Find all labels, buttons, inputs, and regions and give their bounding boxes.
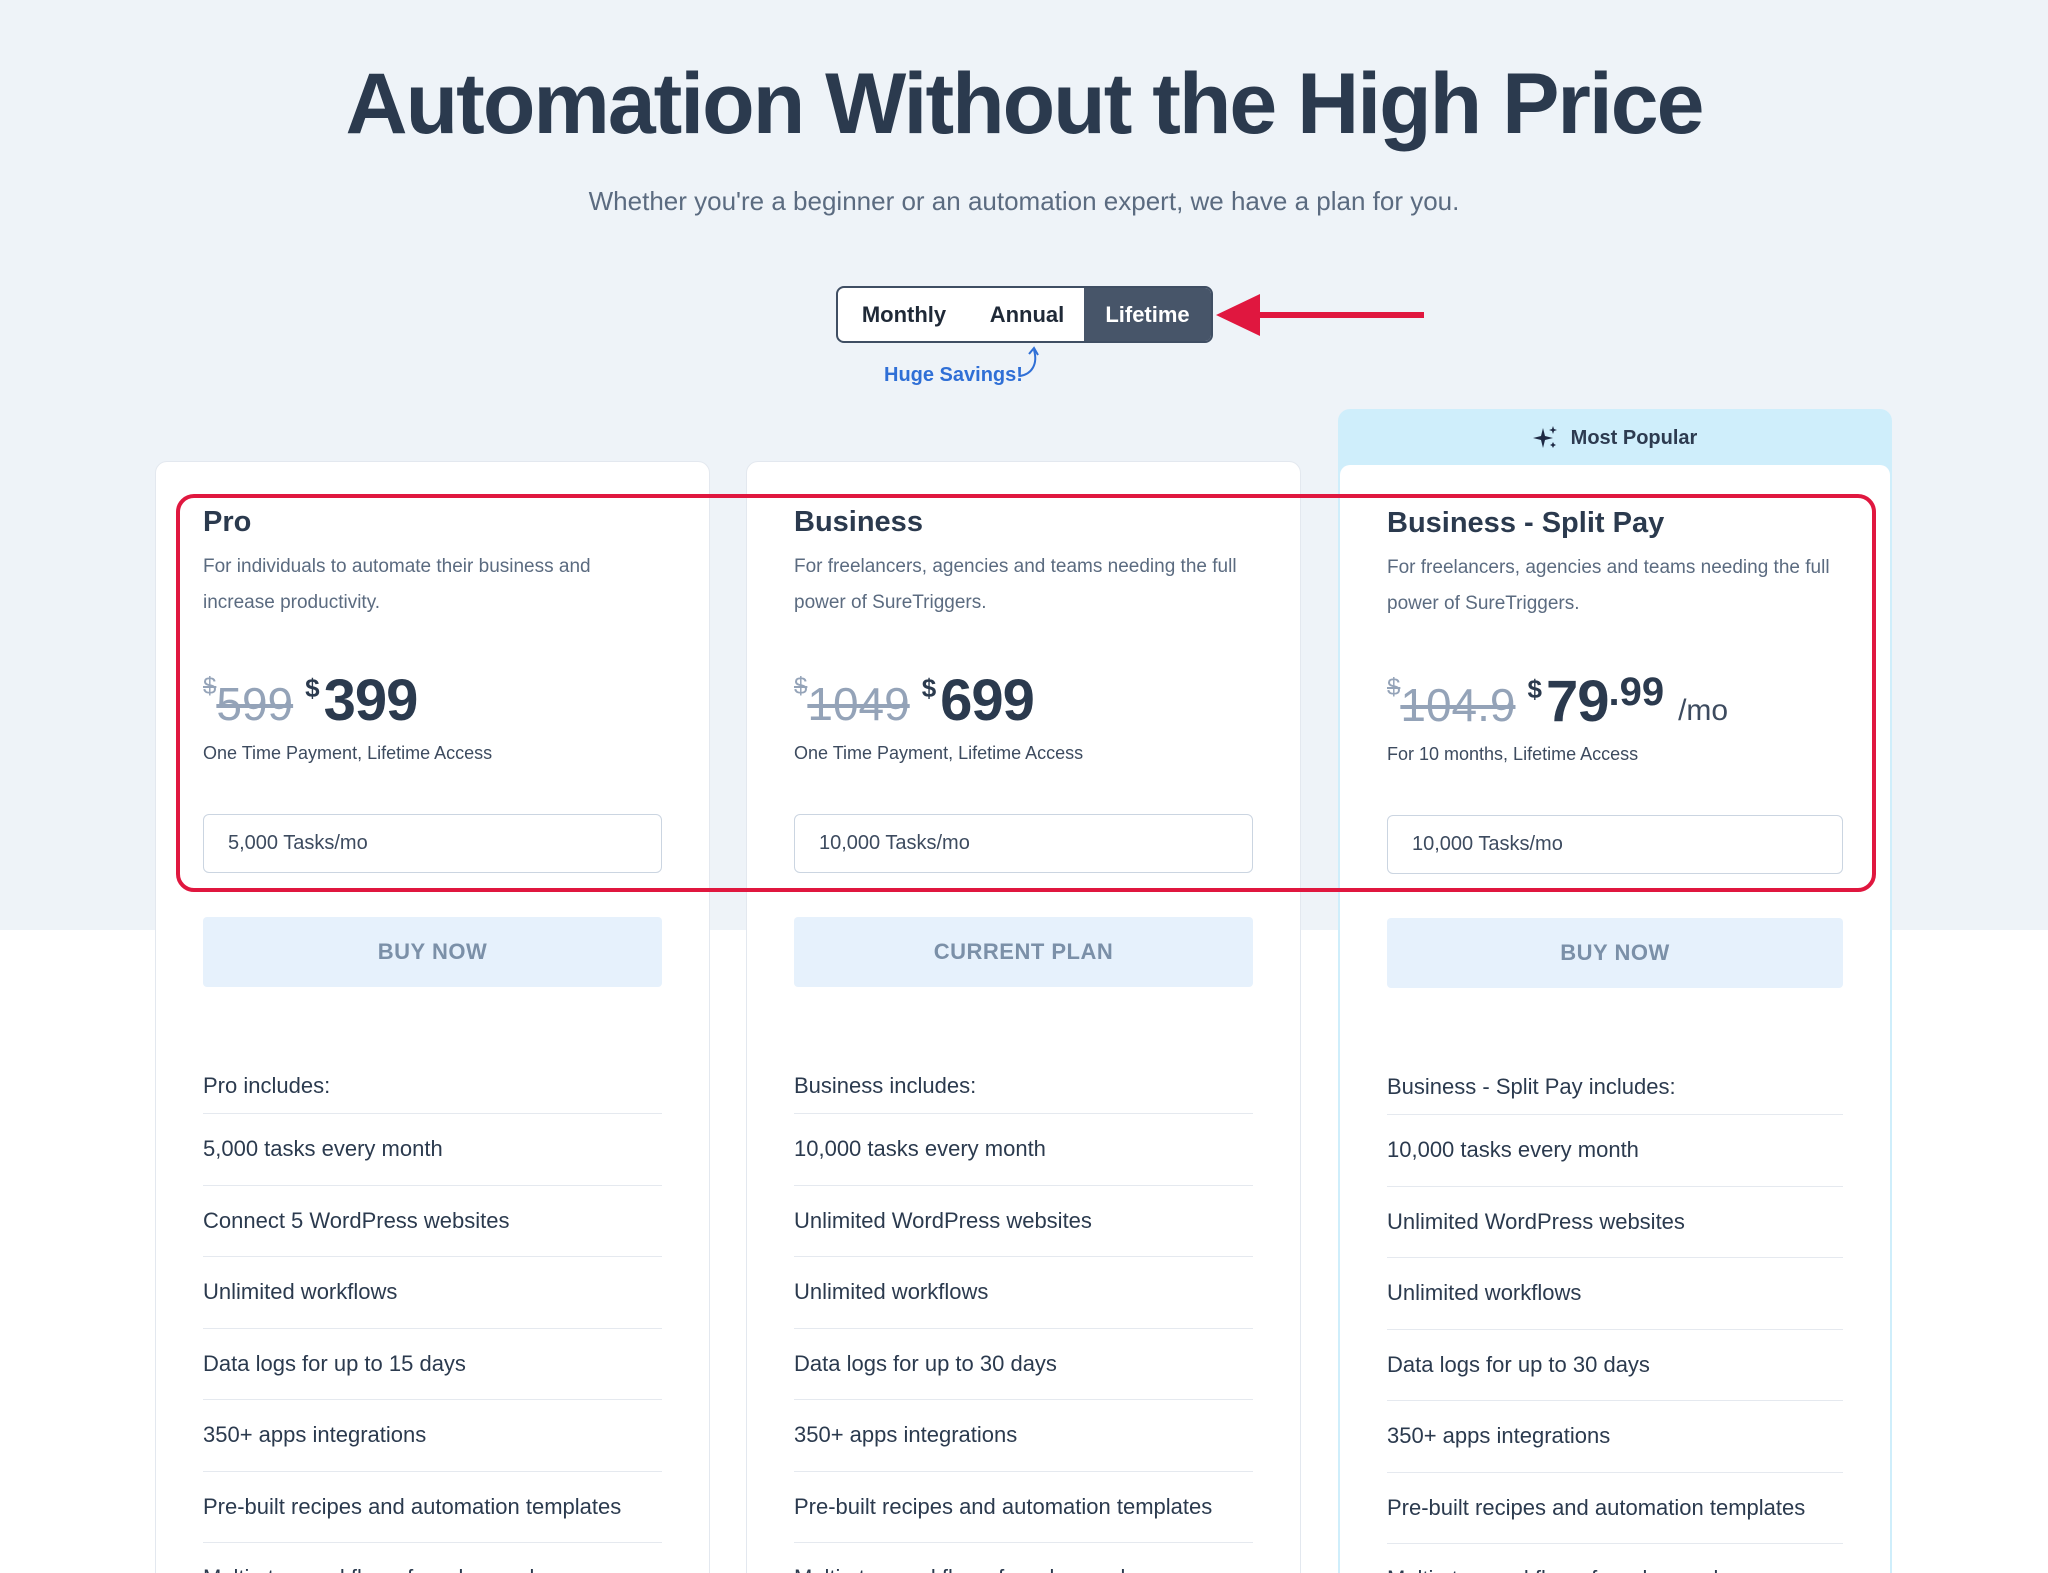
feature-item: 10,000 tasks every month xyxy=(794,1114,1253,1186)
feature-item: Unlimited WordPress websites xyxy=(1387,1187,1843,1258)
feature-item: Unlimited workflows xyxy=(794,1257,1253,1329)
currency-symbol: $ xyxy=(921,673,937,703)
plan-name: Pro xyxy=(203,506,252,538)
price-decimal: .99 xyxy=(1608,670,1665,714)
price-amount: 399 xyxy=(323,668,419,733)
price-period: /mo xyxy=(1678,694,1729,727)
plan-description: For individuals to automate their busine… xyxy=(203,556,591,613)
current-plan-button[interactable]: CURRENT PLAN xyxy=(794,917,1253,987)
currency-symbol: $ xyxy=(1387,674,1401,701)
plan-name: Business - Split Pay xyxy=(1387,507,1665,539)
price-row: $ 599 $ 399 xyxy=(203,667,662,737)
includes-title: Business includes: xyxy=(794,1073,1253,1114)
plan-description: For freelancers, agencies and teams need… xyxy=(1387,557,1830,614)
feature-item: 5,000 tasks every month xyxy=(203,1114,662,1186)
plan-card-business-split-pay: Most Popular Business - Split Pay For fr… xyxy=(1338,409,1892,1573)
annotation-arrow-icon xyxy=(1216,294,1424,336)
feature-item: 350+ apps integrations xyxy=(1387,1401,1843,1473)
original-price: $ 1049 xyxy=(794,667,910,731)
original-price: $ 599 xyxy=(203,667,293,731)
current-price: $ 399 xyxy=(305,667,419,734)
feature-item: Multi-step workflows for advanced xyxy=(1387,1544,1843,1573)
plan-card-body: Business - Split Pay For freelancers, ag… xyxy=(1340,465,1890,1573)
feature-item: Pre-built recipes and automation templat… xyxy=(1387,1473,1843,1544)
feature-item: Connect 5 WordPress websites xyxy=(203,1186,662,1257)
buy-now-button[interactable]: BUY NOW xyxy=(203,917,662,987)
most-popular-label: Most Popular xyxy=(1570,426,1698,449)
feature-item: 350+ apps integrations xyxy=(794,1400,1253,1472)
original-price-amount: 104.9 xyxy=(1400,679,1516,731)
feature-item: Multi-step workflows for advanced xyxy=(794,1543,1253,1573)
current-price: $ 699 xyxy=(921,667,1035,734)
feature-item: Data logs for up to 30 days xyxy=(1387,1330,1843,1401)
original-price-amount: 599 xyxy=(216,678,294,730)
plan-card-pro: Pro For individuals to automate their bu… xyxy=(155,461,710,1573)
most-popular-badge: Most Popular xyxy=(1340,423,1890,453)
toggle-annual[interactable]: Annual xyxy=(970,288,1084,341)
feature-item: Multi-step workflows for advanced xyxy=(203,1543,662,1573)
currency-symbol: $ xyxy=(305,673,320,703)
plan-description: For freelancers, agencies and teams need… xyxy=(794,556,1237,613)
toggle-lifetime[interactable]: Lifetime xyxy=(1084,288,1211,341)
original-price: $ 104.9 xyxy=(1387,668,1515,732)
price-row: $ 104.9 $ 79 .99 /mo xyxy=(1387,668,1843,738)
tasks-select[interactable]: 10,000 Tasks/mo xyxy=(794,814,1253,873)
currency-symbol: $ xyxy=(794,673,808,700)
price-amount: 79 xyxy=(1545,669,1610,734)
feature-item: 350+ apps integrations xyxy=(203,1400,662,1472)
plan-card-business: Business For freelancers, agencies and t… xyxy=(746,461,1301,1573)
currency-symbol: $ xyxy=(1527,674,1542,704)
price-row: $ 1049 $ 699 xyxy=(794,667,1253,737)
feature-item: 10,000 tasks every month xyxy=(1387,1115,1843,1187)
buy-now-button[interactable]: BUY NOW xyxy=(1387,918,1843,988)
original-price-amount: 1049 xyxy=(807,678,910,730)
price-note: For 10 months, Lifetime Access xyxy=(1387,744,1639,764)
feature-item: Unlimited workflows xyxy=(203,1257,662,1329)
includes-title: Pro includes: xyxy=(203,1073,662,1114)
includes-title: Business - Split Pay includes: xyxy=(1387,1074,1843,1115)
savings-note: Huge Savings! xyxy=(884,364,1023,386)
sparkle-icon xyxy=(1532,426,1557,448)
tasks-select[interactable]: 10,000 Tasks/mo xyxy=(1387,815,1843,874)
price-note: One Time Payment, Lifetime Access xyxy=(794,743,1084,763)
feature-item: Data logs for up to 30 days xyxy=(794,1329,1253,1400)
currency-symbol: $ xyxy=(203,673,217,700)
price-note: One Time Payment, Lifetime Access xyxy=(203,743,493,763)
toggle-monthly[interactable]: Monthly xyxy=(838,288,970,341)
plan-name: Business xyxy=(794,506,923,538)
page-title: Automation Without the High Price xyxy=(345,56,1705,152)
current-price: $ 79 .99 /mo xyxy=(1527,668,1728,735)
feature-item: Data logs for up to 15 days xyxy=(203,1329,662,1400)
feature-item: Unlimited WordPress websites xyxy=(794,1186,1253,1257)
billing-period-toggle: Monthly Annual Lifetime xyxy=(836,286,1213,343)
page-subtitle: Whether you're a beginner or an automati… xyxy=(588,186,1460,216)
feature-item: Pre-built recipes and automation templat… xyxy=(203,1472,662,1543)
price-amount: 699 xyxy=(940,668,1035,733)
feature-item: Unlimited workflows xyxy=(1387,1258,1843,1330)
tasks-select[interactable]: 5,000 Tasks/mo xyxy=(203,814,662,873)
feature-item: Pre-built recipes and automation templat… xyxy=(794,1472,1253,1543)
